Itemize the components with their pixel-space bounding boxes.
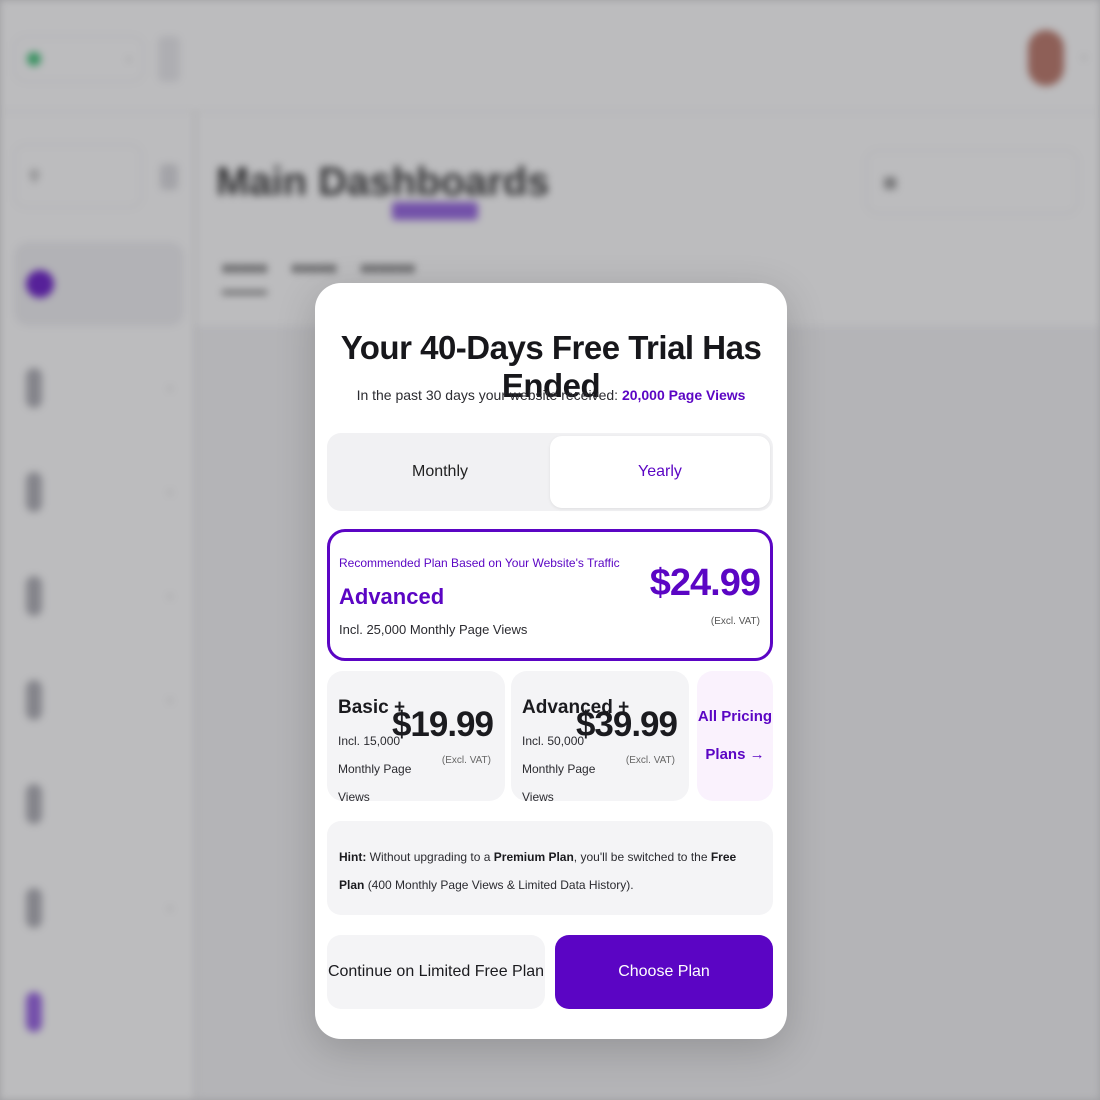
hint-text: (400 Monthly Page Views & Limited Data H… (367, 878, 634, 892)
hint-box: Hint: Without upgrading to a Premium Pla… (327, 821, 773, 915)
plan-card-advanced-plus[interactable]: Advanced + Incl. 50,000 Monthly Page Vie… (511, 671, 689, 804)
plan-price: $39.99 (575, 705, 678, 744)
page-views-highlight: 20,000 Page Views (621, 387, 746, 403)
plan-price: $19.99 (391, 705, 494, 744)
hint-premium-plan: Premium Plan (493, 850, 574, 864)
toggle-monthly[interactable]: Monthly (330, 436, 550, 508)
plan-vat: (Excl. VAT) (441, 755, 491, 766)
hint-label: Hint: (339, 850, 367, 864)
recommended-plan-included: Incl. 25,000 Monthly Page Views (339, 622, 528, 637)
recommended-plan-card[interactable]: Recommended Plan Based on Your Website's… (327, 529, 773, 661)
toggle-yearly[interactable]: Yearly (550, 436, 770, 508)
recommended-tag: Recommended Plan Based on Your Website's… (339, 556, 620, 570)
hint-text: Without upgrading to a (369, 850, 491, 864)
subtitle-text: In the past 30 days your website receive… (356, 387, 619, 403)
trial-ended-modal: Your 40-Days Free Trial Has Ended In the… (315, 283, 787, 1039)
plan-vat: (Excl. VAT) (625, 755, 675, 766)
plan-card-basic-plus[interactable]: Basic + Incl. 15,000 Monthly Page Views … (327, 671, 505, 804)
all-pricing-plans-link[interactable]: All Pricing Plans → (697, 671, 773, 801)
continue-free-plan-button[interactable]: Continue on Limited Free Plan (327, 935, 545, 1009)
modal-subtitle: In the past 30 days your website receive… (315, 387, 787, 403)
choose-plan-button[interactable]: Choose Plan (555, 935, 773, 1009)
recommended-plan-price: $24.99 (649, 562, 761, 604)
recommended-plan-vat: (Excl. VAT) (710, 616, 760, 627)
hint-text: , you'll be switched to the (573, 850, 708, 864)
billing-period-toggle: Monthly Yearly (327, 433, 773, 511)
recommended-plan-name: Advanced (339, 584, 445, 609)
